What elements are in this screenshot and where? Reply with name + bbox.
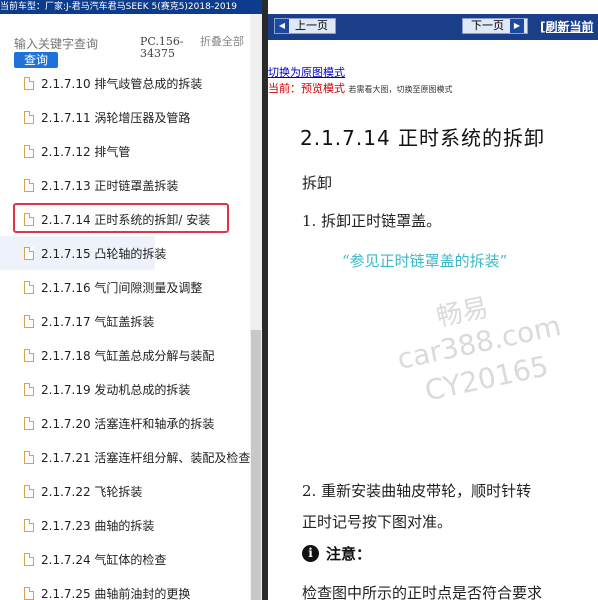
tree-item-hovered[interactable]: 2.1.7.15 凸轮轴的拆装 (0, 236, 166, 270)
tree-item-label: 2.1.7.22 飞轮拆装 (41, 484, 143, 499)
tree-item-label: 2.1.7.18 气缸盖总成分解与装配 (41, 348, 215, 363)
next-page-button[interactable]: 下一页 ▶ (462, 18, 528, 34)
document-icon (24, 518, 34, 532)
document-icon (24, 586, 34, 600)
document-icon (24, 246, 34, 260)
tree-item[interactable]: 2.1.7.18 气缸盖总成分解与装配 (0, 338, 250, 372)
search-area: 查询 PC.156-34375 折叠全部 (0, 14, 262, 68)
step-2-text-cont: 正时记号按下图对准。 (302, 513, 453, 531)
current-mode-value: 预览模式 (301, 82, 345, 95)
refresh-current-link[interactable]: [刷新当前 (540, 18, 594, 35)
tree-item-label: 2.1.7.10 排气歧管总成的拆装 (41, 76, 203, 91)
tree-item-label: 2.1.7.16 气门间隙测量及调整 (41, 280, 203, 295)
tree-item[interactable]: 2.1.7.10 排气歧管总成的拆装 (0, 66, 250, 100)
tree-item[interactable]: 2.1.7.22 飞轮拆装 (0, 474, 250, 508)
document-icon (24, 110, 34, 124)
tree-item[interactable]: 2.1.7.21 活塞连杆组分解、装配及检查 (0, 440, 250, 474)
tree-item-label: 2.1.7.20 活塞连杆和轴承的拆装 (41, 416, 215, 431)
prev-page-button[interactable]: ◀ 上一页 (274, 18, 336, 34)
document-pane: ◀ 上一页 下一页 ▶ [刷新当前 切换为原图模式 当前：预览模式 若需看大图，… (268, 0, 598, 600)
tree-item-label: 2.1.7.25 曲轴前油封的更换 (41, 586, 191, 600)
chapter-tree: 2.1.7.10 排气歧管总成的拆装 2.1.7.11 涡轮增压器及管路 2.1… (0, 66, 250, 600)
selected-item-highlight (13, 203, 229, 233)
tree-item-label: 2.1.7.23 曲轴的拆装 (41, 518, 155, 533)
tree-scrollbar-thumb[interactable] (251, 330, 261, 600)
document-icon (24, 76, 34, 90)
current-prefix: 当前： (268, 82, 301, 95)
tree-item[interactable]: 2.1.7.13 正时链罩盖拆装 (0, 168, 250, 202)
current-mode-line: 当前：预览模式 若需看大图，切换至原图模式 (268, 80, 453, 96)
document-icon (24, 144, 34, 158)
step-2-text: 2. 重新安装曲轴皮带轮，顺时针转 (302, 482, 532, 500)
tree-item[interactable]: 2.1.7.12 排气管 (0, 134, 250, 168)
document-icon (24, 450, 34, 464)
tree-item-label: 2.1.7.12 排气管 (41, 144, 131, 159)
document-icon (24, 178, 34, 192)
tree-item-label: 2.1.7.15 凸轮轴的拆装 (41, 246, 167, 261)
tree-item[interactable]: 2.1.7.16 气门间隙测量及调整 (0, 270, 250, 304)
next-page-label: 下一页 (471, 19, 504, 32)
pc-code: PC.156-34375 (140, 35, 184, 60)
tree-item[interactable]: 2.1.7.25 曲轴前油封的更换 (0, 576, 250, 600)
document-title: 2.1.7.14 正时系统的拆卸 (300, 126, 546, 150)
tree-item-label: 2.1.7.21 活塞连杆组分解、装配及检查 (41, 450, 250, 465)
tree-item-label: 2.1.7.13 正时链罩盖拆装 (41, 178, 179, 193)
document-icon (24, 382, 34, 396)
current-mode-hint: 若需看大图，切换至原图模式 (348, 85, 453, 94)
document-icon (24, 416, 34, 430)
document-nav-bar: ◀ 上一页 下一页 ▶ [刷新当前 (268, 14, 598, 40)
search-input[interactable] (14, 36, 106, 52)
current-vehicle-bar: 当前车型：厂家:J-君马汽车君马SEEK 5(赛克5)2018-2019 (0, 0, 262, 14)
document-icon (24, 552, 34, 566)
step-1-text: 1. 拆卸正时链罩盖。 (302, 212, 442, 230)
arrow-left-icon: ◀ (275, 19, 289, 33)
section-heading: 拆卸 (302, 174, 333, 192)
note-text: 检查图中所示的正时点是否符合要求 (302, 584, 543, 600)
tree-item-label: 2.1.7.24 气缸体的检查 (41, 552, 167, 567)
tree-item-label: 2.1.7.17 气缸盖拆装 (41, 314, 155, 329)
tree-item-label: 2.1.7.19 发动机总成的拆装 (41, 382, 191, 397)
switch-to-original-link[interactable]: 切换为原图模式 (268, 64, 345, 80)
collapse-all-button[interactable]: 折叠全部 (200, 36, 244, 48)
tree-item[interactable]: 2.1.7.11 涡轮增压器及管路 (0, 100, 250, 134)
info-icon: i (302, 545, 319, 562)
tree-item[interactable]: 2.1.7.20 活塞连杆和轴承的拆装 (0, 406, 250, 440)
document-icon (24, 484, 34, 498)
document-icon (24, 314, 34, 328)
tree-item[interactable]: 2.1.7.17 气缸盖拆装 (0, 304, 250, 338)
reference-link[interactable]: “参见正时链罩盖的拆装” (342, 250, 507, 271)
prev-page-label: 上一页 (295, 19, 328, 32)
note-label: 注意： (326, 545, 372, 563)
tree-item[interactable]: 2.1.7.19 发动机总成的拆装 (0, 372, 250, 406)
arrow-right-icon: ▶ (510, 19, 524, 33)
tree-item-label: 2.1.7.11 涡轮增压器及管路 (41, 110, 191, 125)
document-icon (24, 280, 34, 294)
tree-item[interactable]: 2.1.7.23 曲轴的拆装 (0, 508, 250, 542)
tree-item[interactable]: 2.1.7.24 气缸体的检查 (0, 542, 250, 576)
document-icon (24, 348, 34, 362)
